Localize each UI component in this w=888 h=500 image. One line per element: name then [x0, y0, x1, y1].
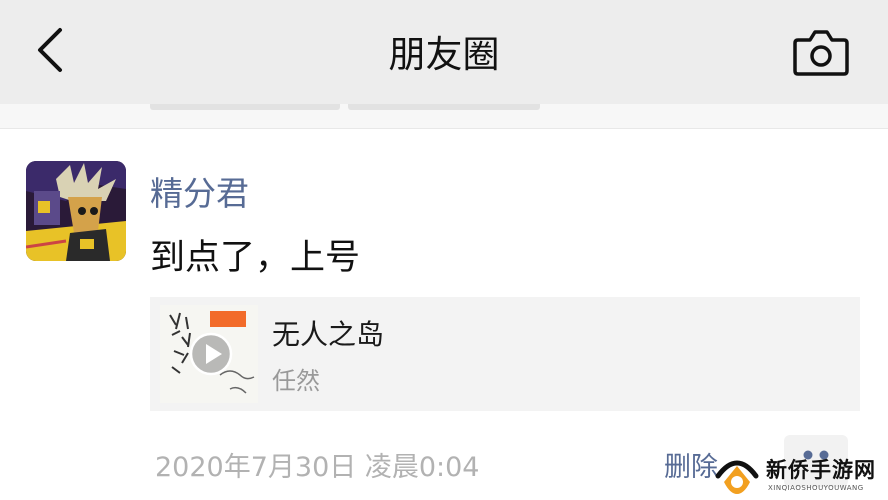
- watermark-brand: 新侨手游网: [766, 458, 876, 482]
- song-title: 无人之岛: [272, 318, 385, 351]
- post-text: 到点了，上号: [150, 238, 361, 278]
- nav-bar: 朋友圈: [0, 0, 888, 104]
- moment-post: 精分君 到点了，上号 无人之岛 任然 2020年7月30日 凌晨0:04 删除: [0, 128, 888, 500]
- watermark: 新侨手游网 XINQIAOSHOUYOUWANG: [708, 450, 888, 500]
- album-cover: [160, 305, 258, 403]
- avatar[interactable]: [26, 161, 126, 261]
- watermark-domain: XINQIAOSHOUYOUWANG: [768, 484, 864, 492]
- play-icon[interactable]: [188, 331, 234, 377]
- user-nickname[interactable]: 精分君: [150, 167, 249, 215]
- music-card[interactable]: 无人之岛 任然: [150, 297, 860, 411]
- watermark-logo-icon: [715, 460, 759, 494]
- camera-icon: [793, 30, 849, 76]
- divider: [348, 104, 540, 110]
- page-title: 朋友圈: [388, 33, 500, 76]
- song-artist: 任然: [272, 367, 320, 395]
- divider: [150, 104, 340, 110]
- post-timestamp: 2020年7月30日 凌晨0:04: [155, 452, 480, 483]
- camera-button[interactable]: [790, 24, 852, 78]
